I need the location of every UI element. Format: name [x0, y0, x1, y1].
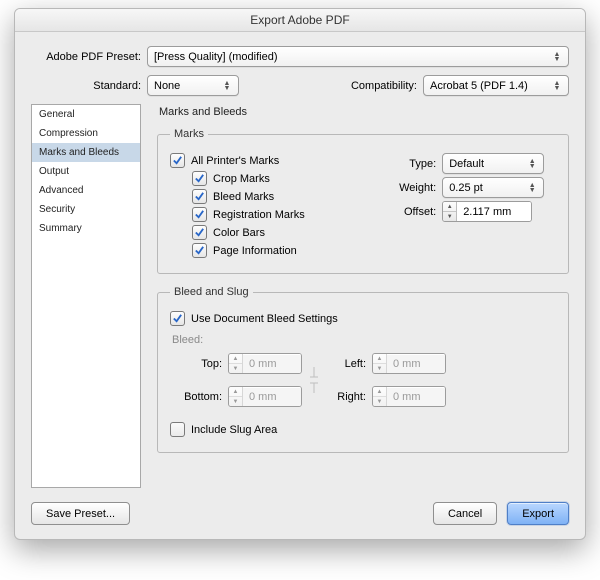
compat-label: Compatibility: [351, 80, 423, 92]
checkbox-icon [192, 207, 207, 222]
checkbox-icon [192, 189, 207, 204]
type-label: Type: [384, 158, 442, 170]
bleed-slug-group: Bleed and Slug Use Document Bleed Settin… [157, 286, 569, 453]
export-label: Export [522, 508, 554, 520]
sidebar-item-advanced[interactable]: Advanced [32, 181, 140, 200]
bleed-marks-label: Bleed Marks [213, 191, 274, 203]
updown-icon: ▲▼ [552, 52, 562, 62]
dialog-footer: Save Preset... Cancel Export [15, 502, 585, 539]
registration-marks-label: Registration Marks [213, 209, 305, 221]
export-pdf-window: Export Adobe PDF Adobe PDF Preset: [Pres… [14, 8, 586, 540]
sidebar-item-output[interactable]: Output [32, 162, 140, 181]
bleed-right-label: Right: [326, 391, 372, 403]
standard-select[interactable]: None ▲▼ [147, 75, 239, 96]
check-include-slug[interactable]: Include Slug Area [170, 422, 556, 437]
save-preset-label: Save Preset... [46, 508, 115, 520]
check-color-bars[interactable]: Color Bars [192, 225, 376, 240]
bleed-left-label: Left: [326, 358, 372, 370]
stepper-icon: ▲▼ [373, 354, 387, 373]
bleed-left-value: 0 mm [387, 354, 445, 373]
use-document-bleed-label: Use Document Bleed Settings [191, 313, 338, 325]
bleed-top-field: ▲▼ 0 mm [228, 353, 302, 374]
content-area: Adobe PDF Preset: [Press Quality] (modif… [15, 32, 585, 502]
link-bleed-icon [302, 365, 326, 395]
stepper-icon[interactable]: ▲▼ [443, 202, 457, 221]
color-bars-label: Color Bars [213, 227, 265, 239]
check-page-information[interactable]: Page Information [192, 243, 376, 258]
bleed-right-value: 0 mm [387, 387, 445, 406]
bleed-top-label: Top: [170, 358, 228, 370]
stepper-icon: ▲▼ [373, 387, 387, 406]
check-registration-marks[interactable]: Registration Marks [192, 207, 376, 222]
preset-row: Adobe PDF Preset: [Press Quality] (modif… [31, 46, 569, 67]
offset-field[interactable]: ▲▼ 2.117 mm [442, 201, 532, 222]
bleed-bottom-value: 0 mm [243, 387, 301, 406]
export-button[interactable]: Export [507, 502, 569, 525]
checkbox-icon [192, 171, 207, 186]
save-preset-button[interactable]: Save Preset... [31, 502, 130, 525]
cancel-label: Cancel [448, 508, 482, 520]
weight-select[interactable]: 0.25 pt ▲▼ [442, 177, 544, 198]
check-bleed-marks[interactable]: Bleed Marks [192, 189, 376, 204]
cancel-button[interactable]: Cancel [433, 502, 497, 525]
sidebar-item-marks-and-bleeds[interactable]: Marks and Bleeds [32, 143, 140, 162]
standard-compat-row: Standard: None ▲▼ Compatibility: Acrobat… [31, 75, 569, 96]
checkbox-icon [170, 153, 185, 168]
sidebar-item-security[interactable]: Security [32, 200, 140, 219]
weight-label: Weight: [384, 182, 442, 194]
stepper-icon: ▲▼ [229, 387, 243, 406]
updown-icon: ▲▼ [222, 81, 232, 91]
crop-marks-label: Crop Marks [213, 173, 270, 185]
page-information-label: Page Information [213, 245, 297, 257]
checkbox-icon [192, 225, 207, 240]
updown-icon: ▲▼ [527, 183, 537, 193]
bleed-top-value: 0 mm [243, 354, 301, 373]
sidebar-item-summary[interactable]: Summary [32, 219, 140, 238]
panel-title: Marks and Bleeds [159, 106, 569, 118]
updown-icon: ▲▼ [552, 81, 562, 91]
standard-value: None [154, 80, 180, 92]
preset-select[interactable]: [Press Quality] (modified) ▲▼ [147, 46, 569, 67]
preset-label: Adobe PDF Preset: [31, 51, 147, 63]
marks-group: Marks All Printer's Marks Cro [157, 128, 569, 274]
stepper-icon: ▲▼ [229, 354, 243, 373]
checkbox-icon [170, 422, 185, 437]
bleed-left-field: ▲▼ 0 mm [372, 353, 446, 374]
sidebar-item-compression[interactable]: Compression [32, 124, 140, 143]
include-slug-label: Include Slug Area [191, 424, 277, 436]
marks-legend: Marks [170, 128, 208, 140]
category-sidebar: General Compression Marks and Bleeds Out… [31, 104, 141, 488]
panel-marks-and-bleeds: Marks and Bleeds Marks All Printer's Mar… [141, 104, 569, 488]
offset-value: 2.117 mm [457, 202, 531, 221]
preset-value: [Press Quality] (modified) [154, 51, 277, 63]
sidebar-item-general[interactable]: General [32, 105, 140, 124]
main-area: General Compression Marks and Bleeds Out… [31, 104, 569, 488]
all-printers-marks-label: All Printer's Marks [191, 155, 279, 167]
bleed-slug-legend: Bleed and Slug [170, 286, 253, 298]
offset-label: Offset: [384, 206, 442, 218]
check-use-document-bleed[interactable]: Use Document Bleed Settings [170, 311, 556, 326]
check-all-printers-marks[interactable]: All Printer's Marks [170, 153, 376, 168]
check-crop-marks[interactable]: Crop Marks [192, 171, 376, 186]
updown-icon: ▲▼ [527, 159, 537, 169]
type-value: Default [449, 158, 484, 170]
bleed-right-field: ▲▼ 0 mm [372, 386, 446, 407]
compatibility-select[interactable]: Acrobat 5 (PDF 1.4) ▲▼ [423, 75, 569, 96]
checkbox-icon [170, 311, 185, 326]
bleed-bottom-field: ▲▼ 0 mm [228, 386, 302, 407]
compat-value: Acrobat 5 (PDF 1.4) [430, 80, 528, 92]
standard-label: Standard: [31, 80, 147, 92]
window-title: Export Adobe PDF [15, 9, 585, 32]
checkbox-icon [192, 243, 207, 258]
weight-value: 0.25 pt [449, 182, 483, 194]
type-select[interactable]: Default ▲▼ [442, 153, 544, 174]
bleed-bottom-label: Bottom: [170, 391, 228, 403]
bleed-label: Bleed: [172, 334, 556, 346]
